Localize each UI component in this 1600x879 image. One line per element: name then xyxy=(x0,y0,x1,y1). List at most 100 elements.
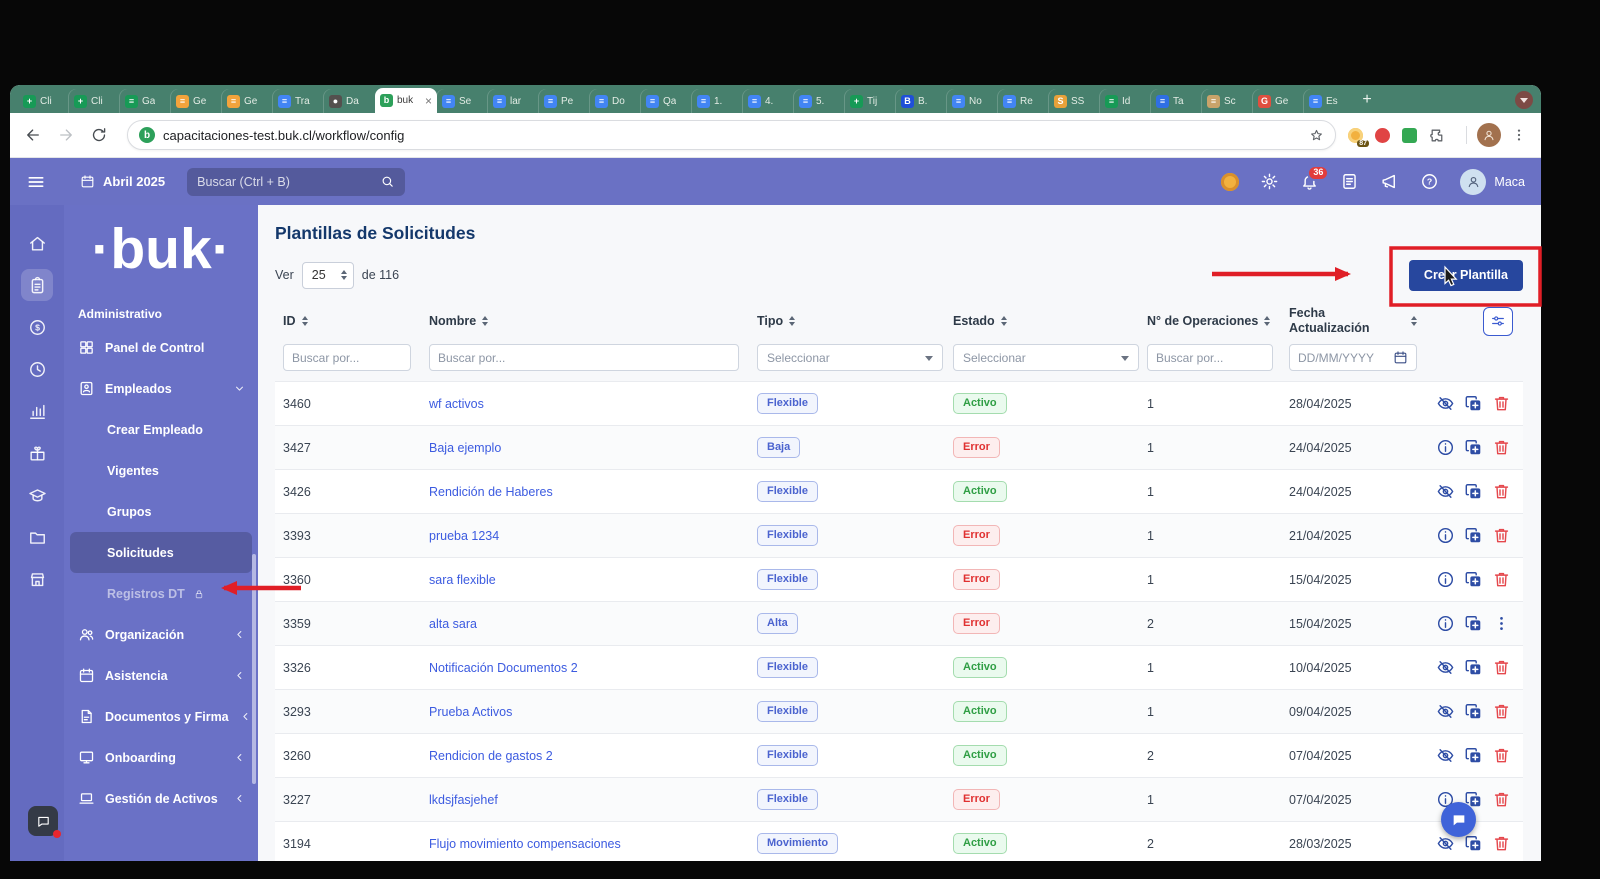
eye-off-icon[interactable] xyxy=(1436,702,1455,721)
sort-icon[interactable] xyxy=(789,316,795,326)
eye-off-icon[interactable] xyxy=(1436,394,1455,413)
column-header-id[interactable]: ID xyxy=(275,314,423,328)
trash-icon[interactable] xyxy=(1492,482,1511,501)
browser-profile-avatar[interactable] xyxy=(1477,123,1501,147)
trash-icon[interactable] xyxy=(1492,790,1511,809)
table-settings-button[interactable] xyxy=(1483,307,1513,336)
sidebar-subitem-solicitudes[interactable]: Solicitudes xyxy=(70,532,252,573)
rail-item-requests[interactable] xyxy=(21,269,53,301)
rail-item-attendance[interactable] xyxy=(21,353,53,385)
back-icon[interactable] xyxy=(24,126,42,144)
trash-icon[interactable] xyxy=(1492,658,1511,677)
template-link[interactable]: prueba 1234 xyxy=(429,529,499,543)
global-search-input[interactable] xyxy=(197,175,372,189)
template-link[interactable]: Prueba Activos xyxy=(429,705,512,719)
browser-tab[interactable]: +Tij xyxy=(845,89,896,113)
filter-select-3[interactable]: Seleccionar xyxy=(953,344,1139,371)
browser-tab[interactable]: ≡Qa xyxy=(641,89,692,113)
filter-input-1[interactable] xyxy=(429,344,739,371)
reload-icon[interactable] xyxy=(90,126,108,144)
user-menu[interactable]: Maca xyxy=(1460,169,1525,195)
rail-item-benefits[interactable] xyxy=(21,437,53,469)
eye-off-icon[interactable] xyxy=(1436,834,1455,853)
sidebar-item-asistencia[interactable]: Asistencia xyxy=(64,655,258,696)
duplicate-icon[interactable] xyxy=(1464,438,1483,457)
template-link[interactable]: lkdsjfasjehef xyxy=(429,793,498,807)
new-tab-button[interactable]: + xyxy=(1355,88,1379,112)
sidebar-subitem-grupos[interactable]: Grupos xyxy=(70,491,252,532)
duplicate-icon[interactable] xyxy=(1464,570,1483,589)
browser-tab[interactable]: ≡Ge xyxy=(222,89,273,113)
browser-tab[interactable]: ≡lar xyxy=(488,89,539,113)
browser-tab[interactable]: ≡Se xyxy=(437,89,488,113)
info-icon[interactable] xyxy=(1436,526,1455,545)
column-header-n-de-operaciones[interactable]: N° de Operaciones xyxy=(1141,314,1283,328)
help-icon[interactable]: ? xyxy=(1420,172,1439,191)
browser-tab[interactable]: ≡No xyxy=(947,89,998,113)
sidebar-item-gestion-de-activos[interactable]: Gestión de Activos xyxy=(64,778,258,819)
extension-icon-green[interactable] xyxy=(1402,128,1417,143)
bookmark-star-icon[interactable] xyxy=(1309,128,1324,143)
info-icon[interactable] xyxy=(1436,438,1455,457)
duplicate-icon[interactable] xyxy=(1464,482,1483,501)
rail-item-documents[interactable] xyxy=(21,521,53,553)
browser-tab[interactable]: ≡Id xyxy=(1100,89,1151,113)
address-bar[interactable]: b capacitaciones-test.buk.cl/workflow/co… xyxy=(127,120,1336,150)
sidebar-subitem-vigentes[interactable]: Vigentes xyxy=(70,450,252,491)
coins-icon[interactable] xyxy=(1221,173,1239,191)
filter-input-0[interactable] xyxy=(283,344,411,371)
info-icon[interactable] xyxy=(1436,570,1455,589)
browser-tab[interactable]: ≡Do xyxy=(590,89,641,113)
sidebar-subitem-crear-empleado[interactable]: Crear Empleado xyxy=(70,409,252,450)
template-link[interactable]: Rendicion de gastos 2 xyxy=(429,749,553,763)
tab-search-button[interactable] xyxy=(1515,91,1533,109)
duplicate-icon[interactable] xyxy=(1464,658,1483,677)
documents-icon[interactable] xyxy=(1340,172,1359,191)
template-link[interactable]: Baja ejemplo xyxy=(429,441,501,455)
sidebar-item-panel-de-control[interactable]: Panel de Control xyxy=(64,327,258,368)
browser-tab[interactable]: ≡4. xyxy=(743,89,794,113)
forward-icon[interactable] xyxy=(57,126,75,144)
gear-icon[interactable] xyxy=(1260,172,1279,191)
eye-off-icon[interactable] xyxy=(1436,482,1455,501)
column-header-estado[interactable]: Estado xyxy=(947,314,1141,328)
extension-icon-gold[interactable]: 87 xyxy=(1348,128,1363,143)
rail-item-portal[interactable] xyxy=(21,563,53,595)
browser-tab[interactable]: SSS xyxy=(1049,89,1100,113)
trash-icon[interactable] xyxy=(1492,438,1511,457)
browser-tab[interactable]: ≡5. xyxy=(794,89,845,113)
chat-widget-button[interactable] xyxy=(1441,802,1476,837)
browser-tab[interactable]: +Cli xyxy=(69,89,120,113)
browser-tab[interactable]: ≡1. xyxy=(692,89,743,113)
browser-tab[interactable]: ≡Tra xyxy=(273,89,324,113)
template-link[interactable]: Notificación Documentos 2 xyxy=(429,661,578,675)
browser-tab[interactable]: ≡Pe xyxy=(539,89,590,113)
trash-icon[interactable] xyxy=(1492,570,1511,589)
browser-tab[interactable]: ≡Ge xyxy=(171,89,222,113)
template-link[interactable]: sara flexible xyxy=(429,573,496,587)
trash-icon[interactable] xyxy=(1492,526,1511,545)
period-selector[interactable]: Abril 2025 xyxy=(80,174,165,189)
trash-icon[interactable] xyxy=(1492,394,1511,413)
filter-select-2[interactable]: Seleccionar xyxy=(757,344,943,371)
browser-menu-icon[interactable] xyxy=(1511,127,1527,143)
sidebar-item-onboarding[interactable]: Onboarding xyxy=(64,737,258,778)
template-link[interactable]: alta sara xyxy=(429,617,477,631)
template-link[interactable]: Flujo movimiento compensaciones xyxy=(429,837,621,851)
rail-item-home[interactable] xyxy=(21,227,53,259)
tab-close-icon[interactable]: × xyxy=(425,95,432,107)
column-header-fecha-actualizacion[interactable]: FechaActualización xyxy=(1283,306,1429,336)
global-search[interactable] xyxy=(187,168,405,196)
duplicate-icon[interactable] xyxy=(1464,834,1483,853)
sort-icon[interactable] xyxy=(482,316,488,326)
browser-tab[interactable]: ≡Ta xyxy=(1151,89,1202,113)
duplicate-icon[interactable] xyxy=(1464,614,1483,633)
filter-input-4[interactable] xyxy=(1147,344,1273,371)
eye-off-icon[interactable] xyxy=(1436,746,1455,765)
rail-item-reports[interactable] xyxy=(21,395,53,427)
extension-icon-red[interactable] xyxy=(1375,128,1390,143)
rail-item-payroll[interactable]: $ xyxy=(21,311,53,343)
megaphone-icon[interactable] xyxy=(1380,172,1399,191)
trash-icon[interactable] xyxy=(1492,746,1511,765)
chat-widget-button-left[interactable] xyxy=(28,806,58,836)
